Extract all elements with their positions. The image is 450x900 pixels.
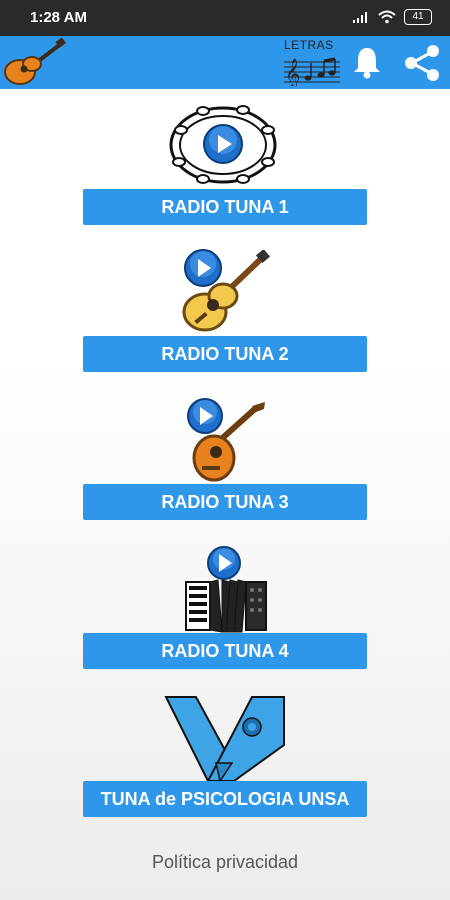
play-icon[interactable] bbox=[202, 123, 244, 165]
radio-tuna-3-button[interactable]: RADIO TUNA 3 bbox=[83, 484, 367, 520]
radio-tuna-4-button[interactable]: RADIO TUNA 4 bbox=[83, 633, 367, 669]
radio-tuna-1-button[interactable]: RADIO TUNA 1 bbox=[83, 189, 367, 225]
guitar-icon bbox=[4, 38, 66, 85]
letras-label: LETRAS bbox=[284, 38, 334, 52]
play-icon[interactable] bbox=[183, 248, 223, 288]
wifi-icon bbox=[378, 10, 396, 24]
privacy-policy-link[interactable]: Política privacidad bbox=[0, 852, 450, 873]
battery-icon: 41 bbox=[404, 9, 432, 25]
sash-icon[interactable] bbox=[160, 693, 292, 783]
share-icon[interactable] bbox=[402, 43, 442, 83]
play-icon[interactable] bbox=[186, 397, 224, 435]
status-bar: 1:28 AM 41 bbox=[0, 0, 450, 36]
tuna-psicologia-button[interactable]: TUNA de PSICOLOGIA UNSA bbox=[83, 781, 367, 817]
status-icons: 41 bbox=[352, 9, 432, 25]
letras-button[interactable]: LETRAS 𝄞 bbox=[282, 38, 342, 88]
app-bar: LETRAS 𝄞 bbox=[0, 36, 450, 89]
signal-icon bbox=[353, 12, 367, 23]
music-score-icon: 𝄞 bbox=[284, 57, 340, 86]
accordion-icon[interactable] bbox=[184, 576, 268, 634]
radio-tuna-2-button[interactable]: RADIO TUNA 2 bbox=[83, 336, 367, 372]
bell-icon[interactable] bbox=[350, 44, 384, 80]
play-icon[interactable] bbox=[206, 545, 242, 581]
status-time: 1:28 AM bbox=[30, 9, 87, 26]
svg-text:𝄞: 𝄞 bbox=[285, 58, 300, 86]
